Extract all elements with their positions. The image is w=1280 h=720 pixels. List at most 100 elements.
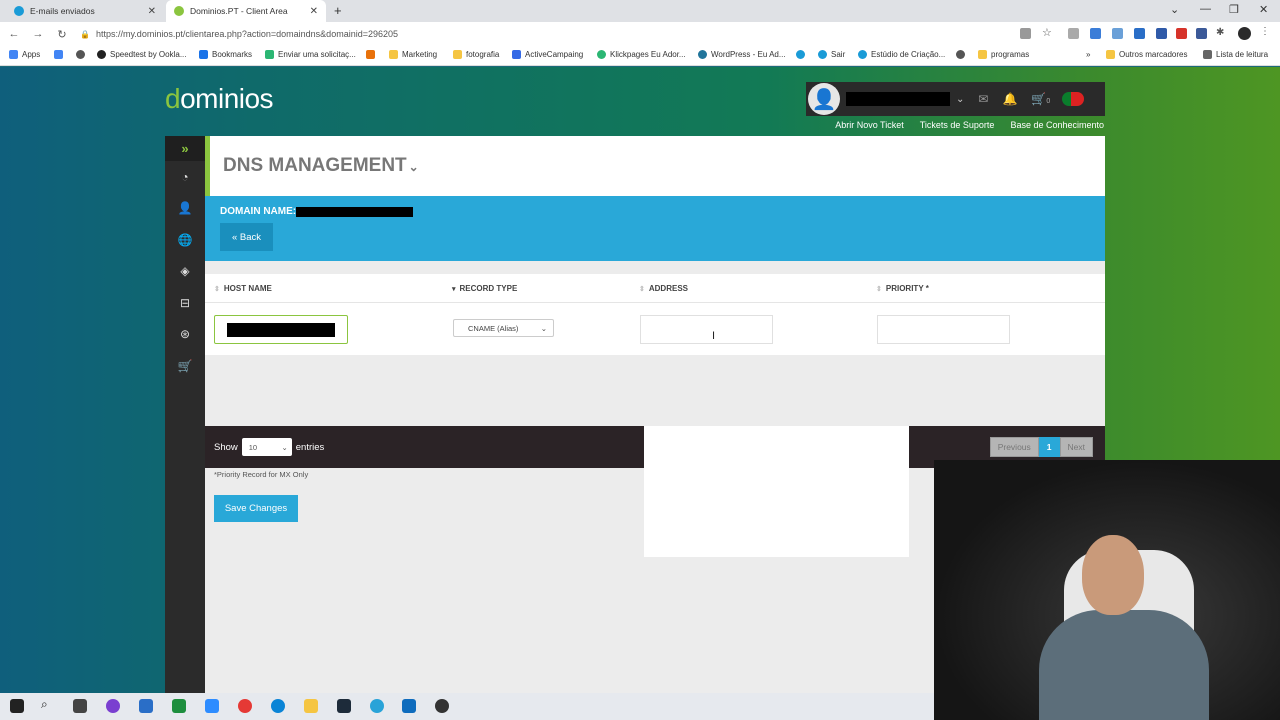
- chevron-down-icon[interactable]: ⌄: [956, 94, 964, 105]
- bookmark-activecampaign[interactable]: ActiveCampaing: [512, 50, 583, 59]
- autocomplete-dropdown[interactable]: [644, 426, 909, 557]
- column-priority[interactable]: ⇕ PRIORITY *: [876, 284, 929, 293]
- telegram-icon[interactable]: [370, 699, 384, 713]
- folder-icon: [978, 50, 987, 59]
- edge-icon[interactable]: [271, 699, 285, 713]
- bell-icon[interactable]: 🔔: [1002, 92, 1017, 106]
- menu-icon[interactable]: ⋮: [1260, 26, 1271, 37]
- tab-client-area[interactable]: Dominios.PT - Client Area ✕: [166, 0, 326, 22]
- excel-icon[interactable]: [172, 699, 186, 713]
- bookmark-speedtest[interactable]: Speedtest by Ookla...: [97, 50, 187, 59]
- bookmark-enviar[interactable]: Enviar uma solicitaç...: [265, 50, 356, 59]
- bookmark-wordpress[interactable]: WordPress - Eu Ad...: [698, 50, 786, 59]
- address-bar: ← → ↻ 🔒 https://my.dominios.pt/clientare…: [0, 22, 1280, 46]
- back-button[interactable]: « Back: [220, 223, 273, 251]
- windows-start-icon[interactable]: [10, 699, 24, 713]
- profile-avatar[interactable]: [1238, 27, 1251, 40]
- column-host-name[interactable]: ⇕ HOST NAME: [214, 284, 272, 293]
- restore-icon[interactable]: ❐: [1229, 3, 1239, 16]
- bookmark-apps[interactable]: Apps: [9, 50, 40, 59]
- bookmark-programas[interactable]: programas: [978, 50, 1029, 59]
- cart-icon[interactable]: 🛒: [165, 350, 205, 382]
- previous-button[interactable]: Previous: [989, 437, 1039, 457]
- reload-icon[interactable]: ↻: [52, 28, 72, 41]
- bookmark-marketing[interactable]: Marketing: [389, 50, 437, 59]
- facebook-icon[interactable]: [1196, 28, 1207, 39]
- extension-icon[interactable]: [1112, 28, 1123, 39]
- page-1-button[interactable]: 1: [1038, 437, 1060, 457]
- bookmarks-overflow-icon[interactable]: »: [1086, 50, 1090, 59]
- bookmark-doc[interactable]: [54, 50, 67, 59]
- task-view-icon[interactable]: [73, 699, 87, 713]
- url-field[interactable]: 🔒 https://my.dominios.pt/clientarea.php?…: [80, 26, 1010, 42]
- user-icon[interactable]: 👤: [165, 193, 205, 225]
- expand-sidebar-icon[interactable]: »: [165, 136, 205, 161]
- new-tab-icon[interactable]: +: [334, 3, 342, 18]
- bookmark-fotografia[interactable]: fotografia: [453, 50, 499, 59]
- entries-select[interactable]: 10 ⌄: [241, 438, 292, 456]
- extension-icon[interactable]: [1156, 28, 1167, 39]
- chrome-icon[interactable]: [238, 699, 252, 713]
- globe-icon[interactable]: 🌐: [165, 224, 205, 256]
- extension-icon[interactable]: [1068, 28, 1079, 39]
- open-ticket-link[interactable]: Abrir Novo Ticket: [835, 120, 904, 130]
- webcam-overlay: [934, 460, 1280, 720]
- podcast-app-icon[interactable]: [106, 699, 120, 713]
- column-address[interactable]: ⇕ ADDRESS: [639, 284, 688, 293]
- cart-icon[interactable]: 🛒0: [1031, 92, 1050, 106]
- tab-emails[interactable]: E-mails enviados ✕: [6, 0, 164, 22]
- mail-app-icon[interactable]: [139, 699, 153, 713]
- avatar[interactable]: 👤: [808, 83, 840, 115]
- knowledgebase-link[interactable]: Base de Conhecimento: [1010, 120, 1104, 130]
- inbox-icon[interactable]: ⊟: [165, 287, 205, 319]
- search-icon[interactable]: ⌕: [41, 697, 55, 711]
- app-icon[interactable]: [337, 699, 351, 713]
- bookmark-globe[interactable]: [76, 50, 89, 59]
- extension-icon[interactable]: [1090, 28, 1101, 39]
- back-arrow-icon[interactable]: ←: [4, 28, 24, 40]
- next-button[interactable]: Next: [1059, 437, 1093, 457]
- layers-icon[interactable]: ◈: [165, 256, 205, 288]
- title-bar: DNS MANAGEMENT ⌄: [205, 136, 1105, 196]
- support-tickets-link[interactable]: Tickets de Suporte: [920, 120, 995, 130]
- bookmark-outros[interactable]: Outros marcadores: [1106, 50, 1187, 59]
- save-changes-button[interactable]: Save Changes: [214, 495, 298, 522]
- priority-input[interactable]: [877, 315, 1010, 344]
- zoom-icon[interactable]: [205, 699, 219, 713]
- bookmark-globe2[interactable]: [956, 50, 969, 59]
- bookmark-bookmarks[interactable]: Bookmarks: [199, 50, 252, 59]
- pagination: Previous 1 Next: [989, 437, 1093, 457]
- tab-search-icon[interactable]: ⌄: [1170, 3, 1179, 16]
- dominios-favicon-icon: [174, 6, 184, 16]
- bookmark-klickpages[interactable]: Klickpages Eu Ador...: [597, 50, 686, 59]
- app-icon[interactable]: [435, 699, 449, 713]
- host-name-input[interactable]: [214, 315, 348, 344]
- extension-icon[interactable]: [1134, 28, 1145, 39]
- file-explorer-icon[interactable]: [304, 699, 318, 713]
- bookmark-ext[interactable]: [366, 50, 379, 59]
- page-title[interactable]: DNS MANAGEMENT ⌄: [223, 155, 419, 177]
- close-icon[interactable]: ✕: [148, 6, 156, 17]
- puzzle-icon[interactable]: ✱: [1216, 27, 1227, 38]
- close-icon[interactable]: ✕: [310, 6, 318, 17]
- address-input[interactable]: [640, 315, 773, 344]
- translate-icon[interactable]: [1020, 28, 1031, 39]
- bookmark-estudio[interactable]: Estúdio de Criação...: [858, 50, 945, 59]
- bookmark-reading-list[interactable]: Lista de leitura: [1203, 50, 1268, 59]
- support-icon[interactable]: ⊛: [165, 319, 205, 351]
- forward-arrow-icon[interactable]: →: [28, 28, 48, 40]
- user-menu[interactable]: 👤 ⌄ ✉ 🔔 🛒0: [806, 82, 1105, 116]
- dashboard-icon[interactable]: ◔: [165, 161, 205, 193]
- minimize-icon[interactable]: —: [1200, 3, 1211, 15]
- bookmark-sair[interactable]: Sair: [818, 50, 845, 59]
- window-close-icon[interactable]: ✕: [1259, 3, 1268, 16]
- record-type-select[interactable]: CNAME (Alias) ⌄: [453, 319, 554, 337]
- bookmark-skype[interactable]: [796, 50, 809, 59]
- dominios-logo[interactable]: dominios: [165, 83, 274, 115]
- extension-icon[interactable]: [1176, 28, 1187, 39]
- portugal-flag-icon[interactable]: [1062, 92, 1085, 106]
- column-record-type[interactable]: ▾ RECORD TYPE: [452, 284, 517, 293]
- star-icon[interactable]: ☆: [1042, 26, 1053, 39]
- outlook-icon[interactable]: [402, 699, 416, 713]
- mail-icon[interactable]: ✉: [978, 92, 988, 106]
